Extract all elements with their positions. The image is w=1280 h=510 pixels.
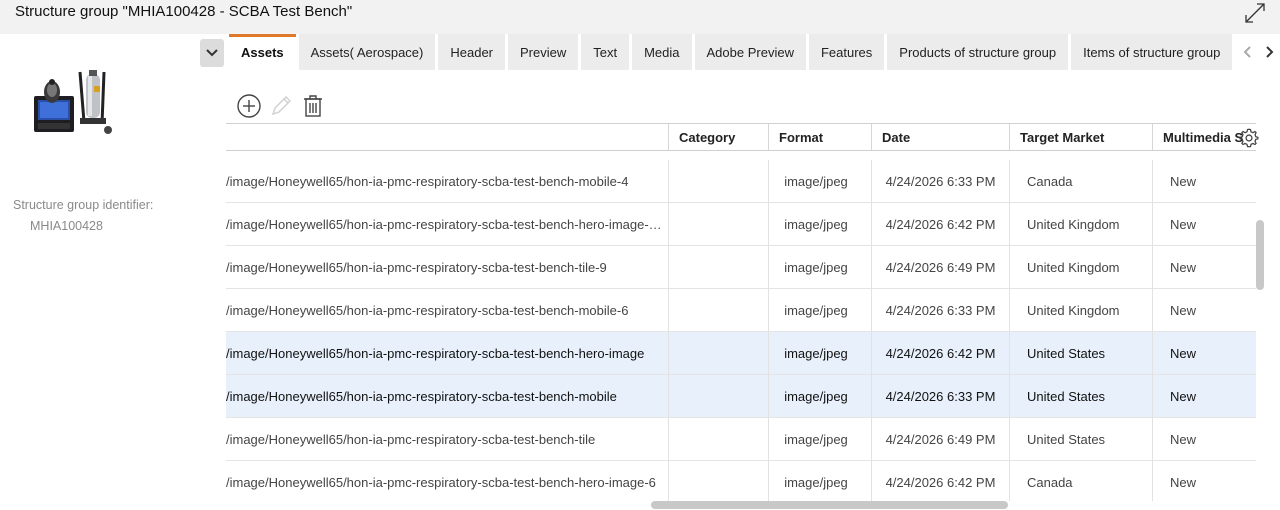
table-row[interactable]: /image/Honeywell65/hon-ia-pmc-respirator… xyxy=(226,289,1256,332)
tab-assets[interactable]: Assets xyxy=(229,34,296,70)
cell-date: 4/24/2026 6:42 PM xyxy=(871,461,1009,501)
cell-category xyxy=(668,289,768,332)
product-thumbnail xyxy=(34,70,112,134)
cell-multimedia-status: New xyxy=(1152,461,1256,501)
cell-multimedia-status: New xyxy=(1152,160,1256,203)
column-header-date[interactable]: Date xyxy=(871,124,1009,151)
cell-multimedia-status: New xyxy=(1152,332,1256,375)
tab-media[interactable]: Media xyxy=(632,34,692,70)
cell-path: /image/Honeywell65/hon-ia-pmc-respirator… xyxy=(226,389,617,404)
cell-category xyxy=(668,246,768,289)
window-title: Structure group "MHIA100428 - SCBA Test … xyxy=(15,3,353,20)
cell-target-market: Canada xyxy=(1009,160,1152,203)
cell-format: image/jpeg xyxy=(768,461,871,501)
cell-target-market: United Kingdom xyxy=(1009,203,1152,246)
structure-group-panel: Structure group identifier: MHIA100428 xyxy=(0,34,200,510)
cell-path: /image/Honeywell65/hon-ia-pmc-respirator… xyxy=(226,475,656,490)
tabs: Assets Assets( Aerospace) Header Preview… xyxy=(229,34,1233,70)
tab-header[interactable]: Header xyxy=(438,34,505,70)
table-row[interactable]: /image/Honeywell65/hon-ia-pmc-respirator… xyxy=(226,461,1256,501)
cell-date: 4/24/2026 6:42 PM xyxy=(871,332,1009,375)
tab-adobe-preview[interactable]: Adobe Preview xyxy=(694,34,806,70)
cell-date: 4/24/2026 6:33 PM xyxy=(871,289,1009,332)
horizontal-scrollbar[interactable] xyxy=(651,501,1008,509)
cell-format: image/jpeg xyxy=(768,289,871,332)
cell-category xyxy=(668,203,768,246)
assets-table: Category Format Date Target Market Multi… xyxy=(226,123,1256,501)
identifier-label: Structure group identifier: xyxy=(13,198,154,212)
cell-multimedia-status: New xyxy=(1152,246,1256,289)
tab-features[interactable]: Features xyxy=(808,34,885,70)
cell-format: image/jpeg xyxy=(768,375,871,418)
table-row[interactable]: /image/Honeywell65/hon-ia-pmc-respirator… xyxy=(226,203,1256,246)
cell-path: /image/Honeywell65/hon-ia-pmc-respirator… xyxy=(226,174,629,189)
tab-bar: Assets Assets( Aerospace) Header Preview… xyxy=(200,34,1280,70)
table-row[interactable]: /image/Honeywell65/hon-ia-pmc-respirator… xyxy=(226,418,1256,461)
chevron-down-icon[interactable] xyxy=(200,39,224,67)
chevron-left-icon[interactable] xyxy=(1239,42,1255,62)
cell-target-market: United Kingdom xyxy=(1009,289,1152,332)
cell-date: 4/24/2026 6:33 PM xyxy=(871,160,1009,203)
cell-category xyxy=(668,418,768,461)
add-circle-icon[interactable] xyxy=(236,93,262,119)
cell-multimedia-status: New xyxy=(1152,203,1256,246)
gear-icon[interactable] xyxy=(1238,127,1260,149)
cell-path: /image/Honeywell65/hon-ia-pmc-respirator… xyxy=(226,260,607,275)
cell-date: 4/24/2026 6:33 PM xyxy=(871,375,1009,418)
tab-assets-aerospace[interactable]: Assets( Aerospace) xyxy=(298,34,436,70)
cell-date: 4/24/2026 6:49 PM xyxy=(871,418,1009,461)
cell-format: image/jpeg xyxy=(768,203,871,246)
table-row[interactable]: /image/Honeywell65/hon-ia-pmc-respirator… xyxy=(226,332,1256,375)
column-header-category[interactable]: Category xyxy=(668,124,768,151)
cell-category xyxy=(668,461,768,501)
cell-target-market: United States xyxy=(1009,375,1152,418)
cell-format: image/jpeg xyxy=(768,332,871,375)
tab-preview[interactable]: Preview xyxy=(508,34,579,70)
table-row[interactable]: /image/Honeywell65/hon-ia-pmc-respirator… xyxy=(226,160,1256,203)
pencil-icon[interactable] xyxy=(268,93,294,119)
cell-date: 4/24/2026 6:49 PM xyxy=(871,246,1009,289)
cell-multimedia-status: New xyxy=(1152,418,1256,461)
cell-multimedia-status: New xyxy=(1152,289,1256,332)
column-header-target-market[interactable]: Target Market xyxy=(1009,124,1152,151)
cell-target-market: United States xyxy=(1009,332,1152,375)
table-header: Category Format Date Target Market Multi… xyxy=(226,124,1256,151)
expand-icon[interactable] xyxy=(1242,0,1268,26)
table-row[interactable]: /image/Honeywell65/hon-ia-pmc-respirator… xyxy=(226,375,1256,418)
cell-category xyxy=(668,332,768,375)
column-header-format[interactable]: Format xyxy=(768,124,871,151)
title-bar: Structure group "MHIA100428 - SCBA Test … xyxy=(0,0,1280,34)
cell-format: image/jpeg xyxy=(768,418,871,461)
asset-toolbar xyxy=(236,92,326,120)
tab-text[interactable]: Text xyxy=(581,34,630,70)
table-row[interactable]: /image/Honeywell65/hon-ia-pmc-respirator… xyxy=(226,246,1256,289)
cell-format: image/jpeg xyxy=(768,246,871,289)
identifier-value: MHIA100428 xyxy=(30,219,103,233)
cell-date: 4/24/2026 6:42 PM xyxy=(871,203,1009,246)
cell-multimedia-status: New xyxy=(1152,375,1256,418)
trash-icon[interactable] xyxy=(300,93,326,119)
cell-target-market: United Kingdom xyxy=(1009,246,1152,289)
cell-target-market: Canada xyxy=(1009,461,1152,501)
cell-path: /image/Honeywell65/hon-ia-pmc-respirator… xyxy=(226,303,629,318)
tab-products-of-structure-group[interactable]: Products of structure group xyxy=(887,34,1069,70)
vertical-scrollbar[interactable] xyxy=(1256,220,1264,290)
tab-items-of-structure-group[interactable]: Items of structure group xyxy=(1071,34,1233,70)
cell-format: image/jpeg xyxy=(768,160,871,203)
cell-category xyxy=(668,160,768,203)
cell-path: /image/Honeywell65/hon-ia-pmc-respirator… xyxy=(226,432,596,447)
cell-path: /image/Honeywell65/hon-ia-pmc-respirator… xyxy=(226,217,662,232)
cell-path: /image/Honeywell65/hon-ia-pmc-respirator… xyxy=(226,346,645,361)
cell-category xyxy=(668,375,768,418)
chevron-right-icon[interactable] xyxy=(1262,42,1278,62)
cell-target-market: United States xyxy=(1009,418,1152,461)
